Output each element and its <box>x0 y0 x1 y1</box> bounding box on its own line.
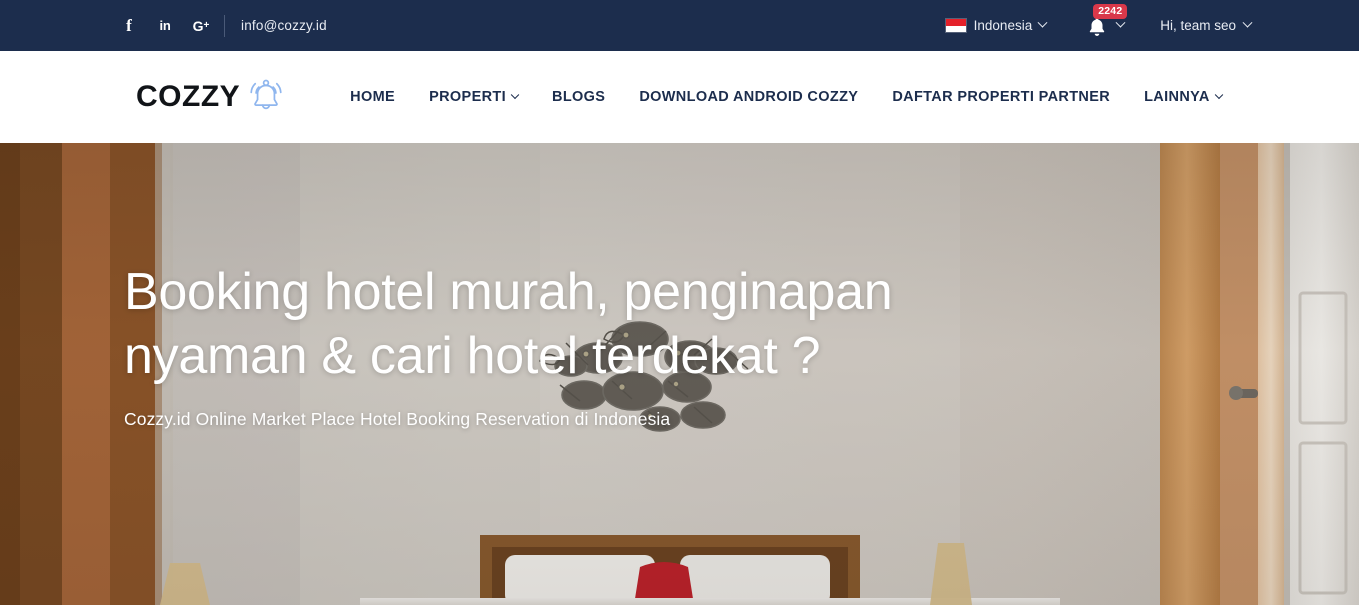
nav-item-properti[interactable]: PROPERTI <box>412 89 535 105</box>
googleplus-letter: G <box>192 17 204 34</box>
chevron-down-icon <box>1037 17 1048 28</box>
nav-item-lainnya[interactable]: LAINNYA <box>1127 89 1239 105</box>
hero-title: Booking hotel murah, penginapan nyaman &… <box>124 261 1124 389</box>
bell-icon: 2242 <box>1088 3 1128 37</box>
topbar-right-group: Indonesia 2242 Hi, team seo <box>944 3 1253 37</box>
email-link[interactable]: info@cozzy.id <box>241 18 327 33</box>
user-greeting: Hi, team seo <box>1160 18 1236 33</box>
social-links: f in G + <box>120 17 210 35</box>
hero-section: Booking hotel murah, penginapan nyaman &… <box>0 143 1359 605</box>
logo[interactable]: COZZY <box>136 75 288 119</box>
hero-title-line-2: nyaman & cari hotel terdekat ? <box>124 326 821 385</box>
facebook-icon[interactable]: f <box>120 17 138 35</box>
nav-label: LAINNYA <box>1144 89 1210 105</box>
language-label: Indonesia <box>973 18 1033 33</box>
googleplus-plus: + <box>203 19 210 31</box>
googleplus-icon[interactable]: G + <box>192 17 210 35</box>
notifications-button[interactable]: 2242 <box>1088 3 1128 37</box>
chevron-down-icon <box>510 90 520 100</box>
nav-label: HOME <box>350 89 396 105</box>
language-selector[interactable]: Indonesia <box>944 17 1048 33</box>
main-nav: HOME PROPERTI BLOGS DOWNLOAD ANDROID COZ… <box>333 89 1238 105</box>
chevron-down-icon <box>1214 90 1223 100</box>
nav-label: DAFTAR PROPERTI PARTNER <box>892 89 1111 105</box>
bell-icon <box>244 75 288 119</box>
nav-label: PROPERTI <box>429 89 506 105</box>
notification-badge: 2242 <box>1093 3 1128 19</box>
top-bar: f in G + info@cozzy.id Indonesia 2242 Hi,… <box>0 0 1359 51</box>
hero-subtitle: Cozzy.id Online Market Place Hotel Booki… <box>124 408 671 429</box>
nav-item-blogs[interactable]: BLOGS <box>535 89 622 105</box>
user-menu[interactable]: Hi, team seo <box>1160 17 1253 33</box>
hero-title-line-1: Booking hotel murah, penginapan <box>124 263 893 321</box>
nav-label: BLOGS <box>552 89 606 105</box>
nav-label: DOWNLOAD ANDROID COZZY <box>639 89 859 105</box>
nav-item-daftar-properti-partner[interactable]: DAFTAR PROPERTI PARTNER <box>875 89 1127 105</box>
nav-item-download-android-cozzy[interactable]: DOWNLOAD ANDROID COZZY <box>622 89 875 105</box>
topbar-divider <box>224 14 225 37</box>
hero-content: Booking hotel murah, penginapan nyaman &… <box>124 261 1124 430</box>
linkedin-icon[interactable]: in <box>156 17 174 35</box>
chevron-down-icon <box>1115 17 1126 28</box>
nav-item-home[interactable]: HOME <box>333 89 412 105</box>
indonesia-flag-icon <box>944 18 967 33</box>
site-header: COZZY HOME PROPERTI BLOGS DOWNLOAD ANDRO <box>0 51 1359 143</box>
chevron-down-icon <box>1242 17 1253 28</box>
logo-text: COZZY <box>136 80 241 113</box>
